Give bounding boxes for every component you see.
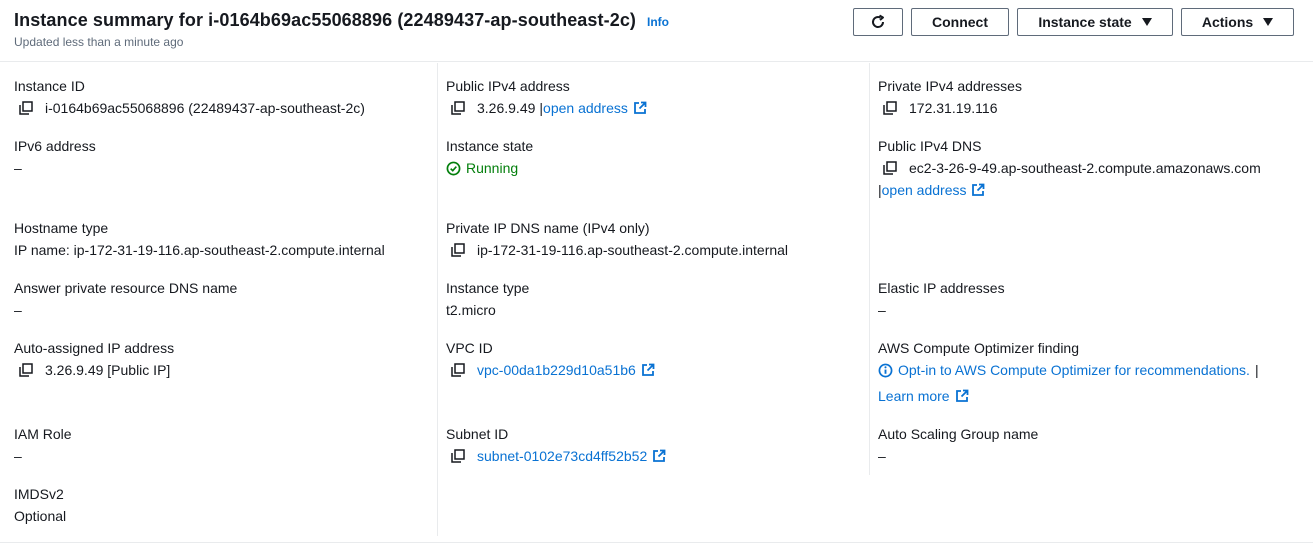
bottom-divider bbox=[0, 542, 1313, 543]
hostname-type-label: Hostname type bbox=[14, 220, 109, 236]
copy-icon[interactable] bbox=[19, 363, 33, 377]
connect-button-label: Connect bbox=[932, 14, 988, 30]
caret-down-icon bbox=[1141, 18, 1152, 26]
subnet-id-value: subnet-0102e73cd4ff52b52 bbox=[451, 448, 666, 464]
auto-ip-value: 3.26.9.49 [Public IP] bbox=[19, 362, 170, 378]
copy-icon[interactable] bbox=[451, 449, 465, 463]
copy-icon[interactable] bbox=[19, 101, 33, 115]
info-circle-icon bbox=[878, 363, 893, 377]
public-dns-open-address: | open address bbox=[878, 182, 985, 198]
iam-role-label: IAM Role bbox=[14, 426, 72, 442]
subnet-id-label: Subnet ID bbox=[446, 426, 509, 442]
optimizer-value: Opt-in to AWS Compute Optimizer for reco… bbox=[878, 362, 1259, 378]
hostname-type-value: IP name: ip-172-31-19-116.ap-southeast-2… bbox=[14, 242, 385, 258]
refresh-button[interactable] bbox=[853, 8, 903, 36]
copy-icon[interactable] bbox=[451, 363, 465, 377]
instance-state-value: Running bbox=[446, 160, 518, 176]
elastic-ip-label: Elastic IP addresses bbox=[878, 280, 1005, 296]
vpc-id-label: VPC ID bbox=[446, 340, 493, 356]
info-link[interactable]: Info bbox=[647, 15, 669, 29]
updated-timestamp: Updated less than a minute ago bbox=[14, 35, 184, 49]
status-success-icon bbox=[446, 161, 461, 175]
external-link-icon bbox=[955, 389, 968, 402]
copy-icon[interactable] bbox=[451, 243, 465, 257]
instance-state-label: Instance state bbox=[1038, 14, 1132, 30]
asg-label: Auto Scaling Group name bbox=[878, 426, 1039, 442]
asg-value: – bbox=[878, 448, 886, 464]
auto-ip-label: Auto-assigned IP address bbox=[14, 340, 175, 356]
copy-icon[interactable] bbox=[883, 101, 897, 115]
answer-dns-value: – bbox=[14, 302, 22, 318]
instance-type-label: Instance type bbox=[446, 280, 530, 296]
private-ipv4-label: Private IPv4 addresses bbox=[878, 78, 1022, 94]
connect-button[interactable]: Connect bbox=[911, 8, 1009, 36]
open-address-link[interactable]: open address bbox=[543, 100, 628, 116]
subnet-id-link[interactable]: subnet-0102e73cd4ff52b52 bbox=[477, 448, 647, 464]
public-dns-label: Public IPv4 DNS bbox=[878, 138, 982, 154]
copy-icon[interactable] bbox=[451, 101, 465, 115]
instance-state-field-label: Instance state bbox=[446, 138, 534, 154]
instance-id-label: Instance ID bbox=[14, 78, 85, 94]
ipv6-label: IPv6 address bbox=[14, 138, 96, 154]
refresh-icon bbox=[872, 14, 885, 28]
private-ipv4-value: 172.31.19.116 bbox=[883, 100, 998, 116]
open-address-link[interactable]: open address bbox=[882, 182, 967, 198]
learn-more-link[interactable]: Learn more bbox=[878, 388, 950, 404]
copy-icon[interactable] bbox=[883, 161, 897, 175]
elastic-ip-value: – bbox=[878, 302, 886, 318]
external-link-icon bbox=[633, 101, 647, 114]
external-link-icon bbox=[653, 449, 666, 462]
page-title: Instance summary for i-0164b69ac55068896… bbox=[14, 10, 637, 30]
public-ipv4-value: 3.26.9.49 | open address bbox=[451, 100, 647, 116]
imdsv2-label: IMDSv2 bbox=[14, 486, 64, 502]
ipv6-value: – bbox=[14, 160, 22, 176]
imdsv2-value: Optional bbox=[14, 508, 67, 524]
private-dns-value: ip-172-31-19-116.ap-southeast-2.compute.… bbox=[451, 242, 788, 258]
iam-role-value: – bbox=[14, 448, 22, 464]
column-divider bbox=[869, 63, 870, 475]
vpc-id-link[interactable]: vpc-00da1b229d10a51b6 bbox=[477, 362, 636, 378]
vpc-id-value: vpc-00da1b229d10a51b6 bbox=[451, 362, 655, 378]
public-dns-value: ec2-3-26-9-49.ap-southeast-2.compute.ama… bbox=[883, 160, 1261, 176]
instance-type-value: t2.micro bbox=[446, 302, 496, 318]
optimizer-opt-in-link[interactable]: Opt-in to AWS Compute Optimizer for reco… bbox=[898, 362, 1250, 378]
private-dns-label: Private IP DNS name (IPv4 only) bbox=[446, 220, 650, 236]
actions-label: Actions bbox=[1201, 14, 1254, 30]
column-divider bbox=[437, 63, 438, 536]
actions-dropdown[interactable]: Actions bbox=[1181, 8, 1294, 36]
public-ipv4-label: Public IPv4 address bbox=[446, 78, 570, 94]
learn-more-row: Learn more bbox=[878, 388, 969, 404]
answer-dns-label: Answer private resource DNS name bbox=[14, 280, 238, 296]
instance-summary-header: Instance summary for i-0164b69ac55068896… bbox=[0, 0, 1313, 62]
external-link-icon bbox=[641, 363, 655, 376]
instance-id-value: i-0164b69ac55068896 (22489437-ap-southea… bbox=[19, 100, 365, 116]
caret-down-icon bbox=[1263, 18, 1274, 26]
instance-state-dropdown[interactable]: Instance state bbox=[1017, 8, 1173, 36]
optimizer-label: AWS Compute Optimizer finding bbox=[878, 340, 1079, 356]
external-link-icon bbox=[972, 183, 985, 196]
